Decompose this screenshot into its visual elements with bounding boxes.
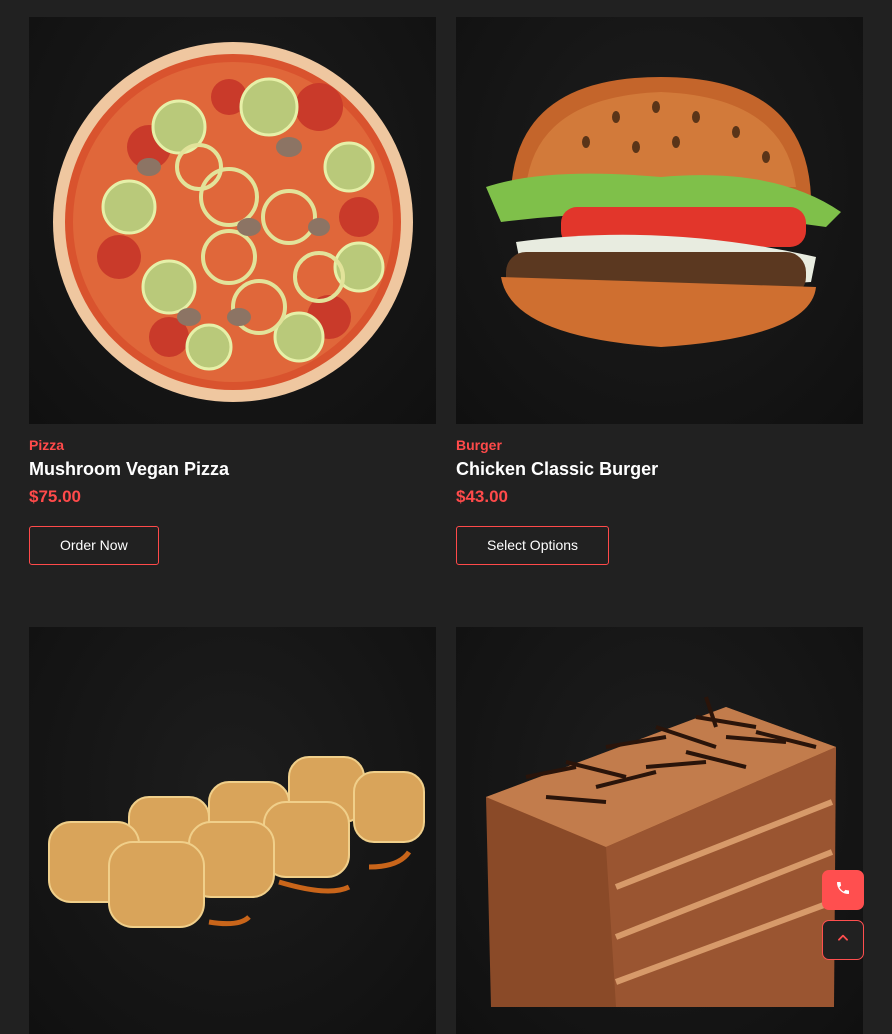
product-card: Burger Chicken Classic Burger $43.00 Sel… <box>456 17 863 565</box>
product-price: $75.00 <box>29 487 81 507</box>
product-grid: Pizza Mushroom Vegan Pizza $75.00 Order … <box>0 0 892 1034</box>
chocolate-cake-illustration <box>486 696 836 1007</box>
phone-icon <box>835 880 851 901</box>
sushi-rolls-illustration <box>48 756 425 928</box>
order-now-button[interactable]: Order Now <box>29 525 159 565</box>
product-title[interactable]: Mushroom Vegan Pizza <box>29 459 436 481</box>
product-card <box>456 627 863 1034</box>
chevron-up-icon <box>836 931 850 950</box>
product-card <box>29 627 436 1034</box>
product-image-pizza[interactable] <box>29 17 436 424</box>
product-card: Pizza Mushroom Vegan Pizza $75.00 Order … <box>29 17 436 565</box>
product-image-sushi-rolls[interactable] <box>29 627 436 1034</box>
scroll-to-top-button[interactable] <box>822 920 864 960</box>
product-category[interactable]: Pizza <box>29 437 436 454</box>
call-button[interactable] <box>822 870 864 910</box>
burger-illustration <box>486 77 841 347</box>
product-image-chocolate-cake[interactable] <box>456 627 863 1034</box>
product-image-burger[interactable] <box>456 17 863 424</box>
product-category[interactable]: Burger <box>456 437 863 454</box>
pizza-illustration <box>53 42 413 402</box>
product-price: $43.00 <box>456 487 508 507</box>
select-options-button[interactable]: Select Options <box>456 525 610 565</box>
product-title[interactable]: Chicken Classic Burger <box>456 459 863 481</box>
